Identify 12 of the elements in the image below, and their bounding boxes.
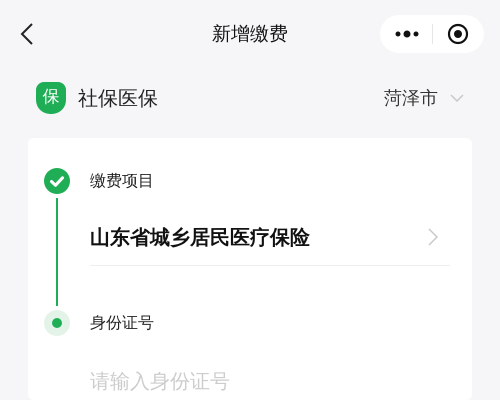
insurance-selector[interactable]: 山东省城乡居民医疗保险	[90, 208, 450, 266]
step-label: 缴费项目	[90, 170, 154, 192]
back-icon[interactable]	[20, 22, 34, 46]
page-title: 新增缴费	[212, 22, 288, 47]
chevron-down-icon	[450, 94, 464, 102]
more-icon[interactable]	[394, 30, 419, 38]
step-label: 身份证号	[90, 312, 154, 334]
city-selector[interactable]: 菏泽市	[384, 84, 464, 112]
close-icon[interactable]	[447, 23, 470, 45]
brand-logo: 保	[36, 82, 66, 114]
brand-name: 社保医保	[78, 85, 158, 112]
chevron-right-icon	[428, 228, 438, 246]
